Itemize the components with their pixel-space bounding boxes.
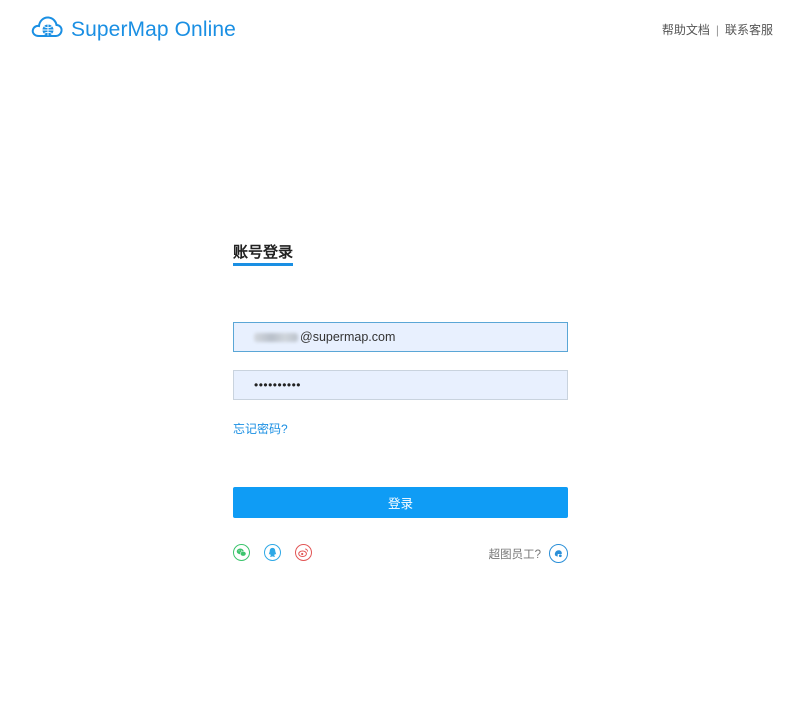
email-field[interactable]: @supermap.com: [233, 322, 568, 352]
login-button[interactable]: 登录: [233, 487, 568, 518]
email-value: @supermap.com: [300, 330, 396, 344]
header: SuperMap Online 帮助文档 | 联系客服: [0, 0, 800, 56]
link-separator: |: [715, 22, 719, 37]
forgot-password-link[interactable]: 忘记密码?: [233, 420, 288, 437]
top-links: 帮助文档 | 联系客服: [662, 21, 773, 38]
supermap-staff-icon[interactable]: [549, 544, 568, 563]
redacted-username: [254, 332, 298, 342]
staff-label: 超图员工?: [488, 548, 541, 561]
logo[interactable]: SuperMap Online: [31, 14, 236, 45]
password-field[interactable]: ••••••••••: [233, 370, 568, 400]
help-docs-link[interactable]: 帮助文档: [662, 21, 710, 38]
login-title: 账号登录: [233, 244, 294, 266]
social-login: 超图员工?: [233, 544, 568, 564]
password-value: ••••••••••: [254, 378, 302, 392]
contact-support-link[interactable]: 联系客服: [725, 21, 773, 38]
weibo-icon[interactable]: [295, 544, 312, 561]
staff-login: 超图员工?: [489, 544, 568, 563]
cloud-globe-icon: [31, 14, 63, 45]
wechat-icon[interactable]: [233, 544, 250, 561]
qq-icon[interactable]: [264, 544, 281, 561]
login-form: 账号登录 @supermap.com •••••••••• 忘记密码? 登录 超…: [233, 244, 568, 563]
brand-name: SuperMap Online: [71, 17, 236, 41]
